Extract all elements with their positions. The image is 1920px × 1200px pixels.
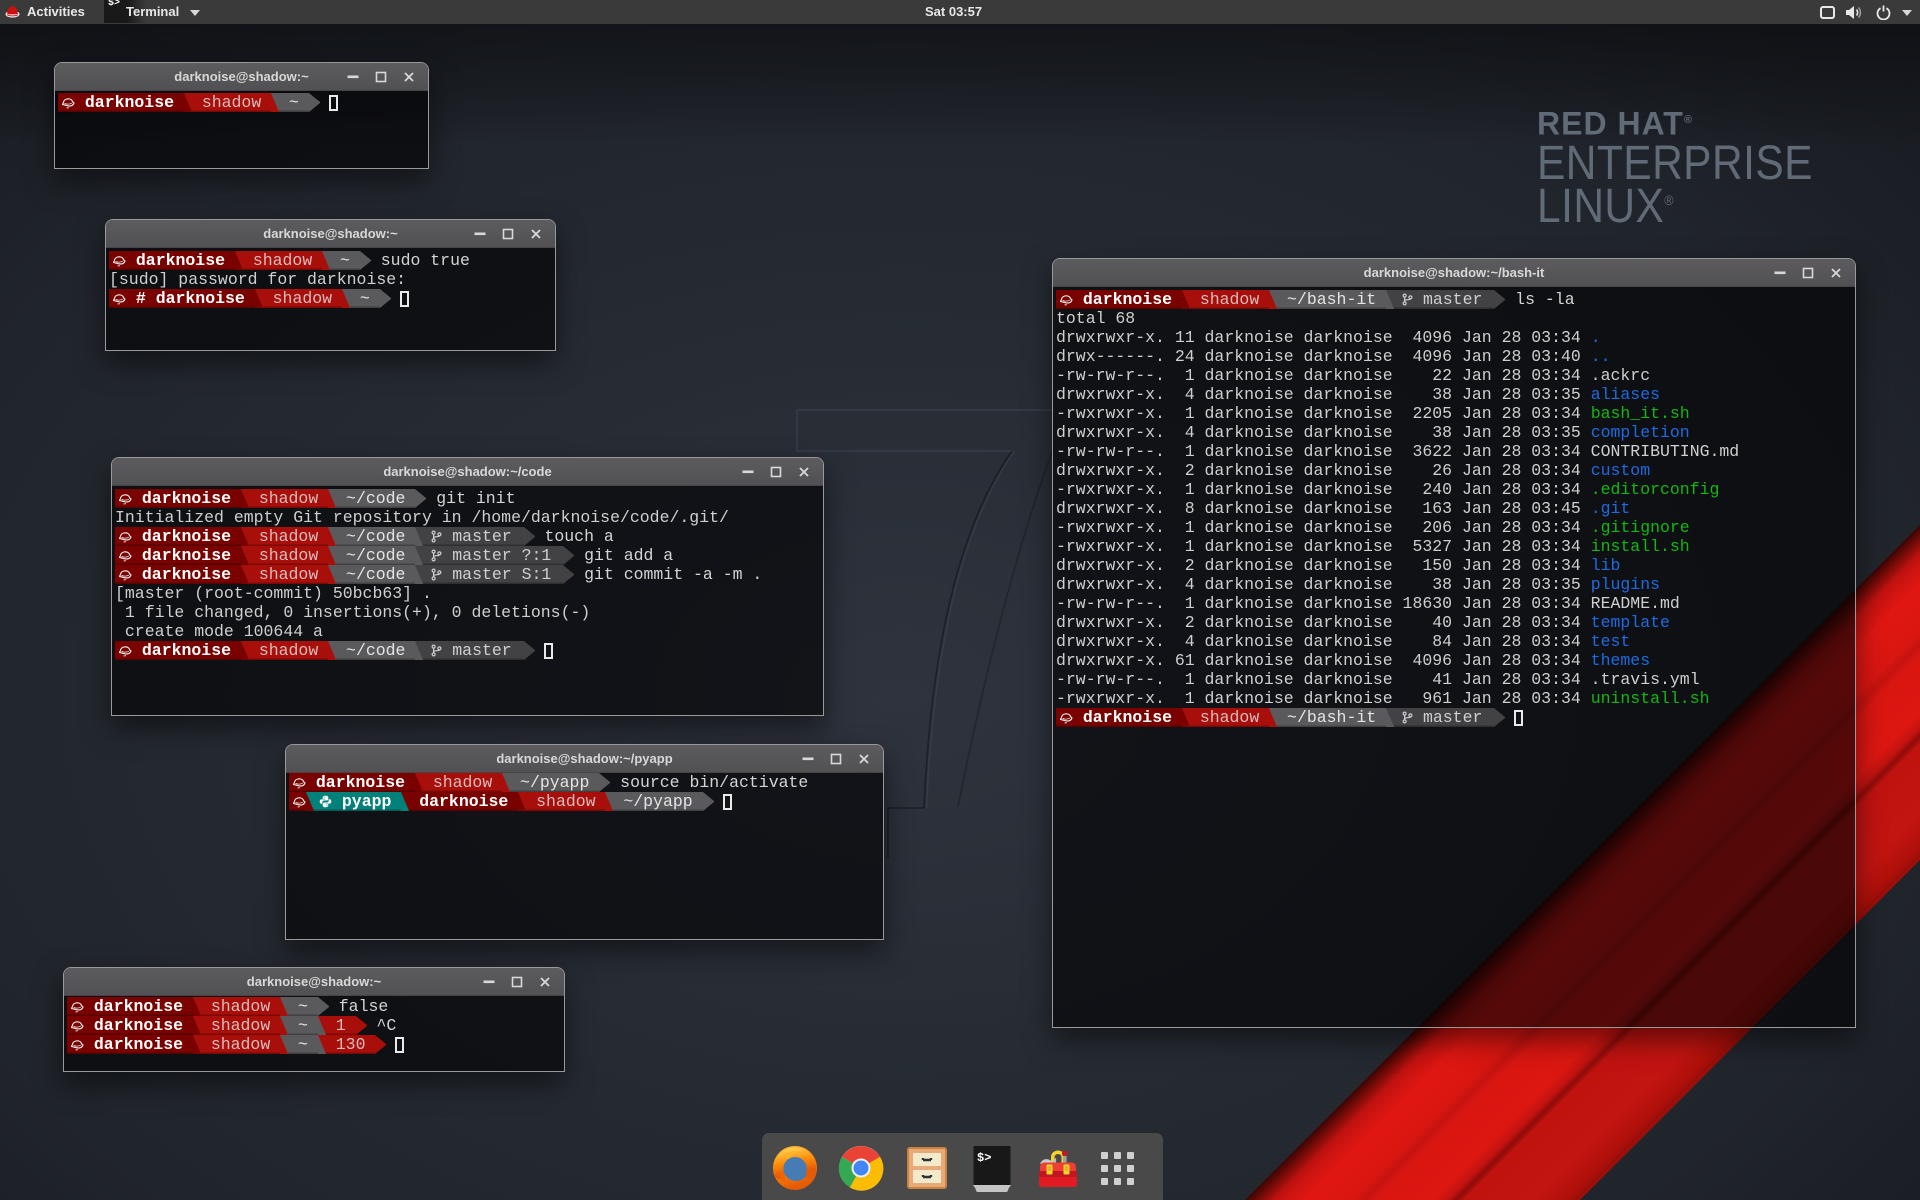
svg-text:$>: $>: [977, 1151, 991, 1165]
